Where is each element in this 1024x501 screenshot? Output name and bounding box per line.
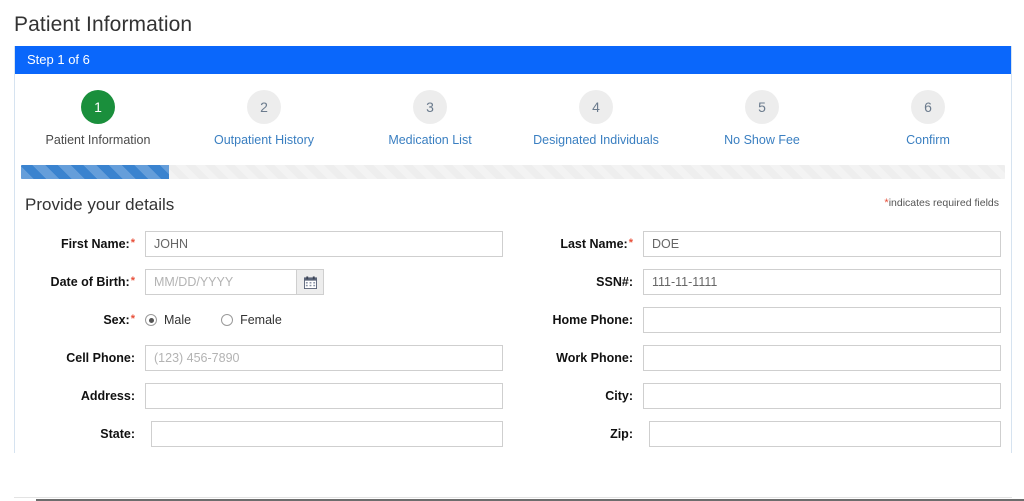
field-row-first-name: First Name:* — [25, 225, 503, 263]
step-label-1: Patient Information — [45, 133, 151, 147]
zip-input[interactable] — [649, 421, 1001, 447]
step-number-2: 2 — [247, 90, 281, 124]
field-row-address: Address: — [25, 377, 503, 415]
state-input[interactable] — [151, 421, 503, 447]
field-row-work-phone: Work Phone: — [523, 339, 1001, 377]
date-of-birth-label: Date of Birth:* — [25, 275, 145, 289]
date-of-birth-input[interactable] — [145, 269, 297, 295]
sex-label: Sex:* — [25, 313, 145, 327]
work-phone-label: Work Phone: — [556, 351, 633, 365]
ssn-label: SSN#: — [596, 275, 633, 289]
step-banner: Step 1 of 6 — [15, 46, 1011, 74]
last-name-input[interactable] — [643, 231, 1001, 257]
wizard-step-designated-individuals[interactable]: 4 Designated Individuals — [513, 90, 679, 147]
step-label-3: Medication List — [388, 133, 472, 147]
cell-phone-label: Cell Phone: — [66, 351, 135, 365]
step-label-2: Outpatient History — [213, 133, 315, 147]
step-number-6: 6 — [911, 90, 945, 124]
wizard-progress-fill — [21, 165, 169, 179]
wizard-progress-bar — [21, 165, 1005, 179]
work-phone-input[interactable] — [643, 345, 1001, 371]
field-row-city: City: — [523, 377, 1001, 415]
sex-radio-female[interactable]: Female — [221, 313, 282, 327]
wizard-panel: Step 1 of 6 1 Patient Information 2 Outp… — [14, 46, 1012, 453]
field-row-home-phone: Home Phone: — [523, 301, 1001, 339]
wizard-steps: 1 Patient Information 2 Outpatient Histo… — [15, 74, 1011, 151]
city-label: City: — [605, 389, 633, 403]
home-phone-label: Home Phone: — [552, 313, 633, 327]
calendar-icon[interactable] — [297, 269, 324, 295]
sex-radio-male[interactable]: Male — [145, 313, 191, 327]
sex-radio-female-label: Female — [240, 313, 282, 327]
field-row-ssn: SSN#: — [523, 263, 1001, 301]
step-label-4: Designated Individuals — [533, 133, 659, 147]
form-column-right: Last Name:* SSN#: Home Phone: — [513, 225, 1001, 453]
first-name-input[interactable] — [145, 231, 503, 257]
first-name-label-text: First Name: — [60, 237, 130, 251]
address-label: Address: — [80, 389, 135, 403]
wizard-step-patient-information[interactable]: 1 Patient Information — [15, 90, 181, 147]
date-of-birth-required-icon: * — [130, 275, 135, 287]
field-row-cell-phone: Cell Phone: — [25, 339, 503, 377]
field-row-date-of-birth: Date of Birth:* — [25, 263, 503, 301]
last-name-required-icon: * — [628, 237, 633, 249]
step-number-4: 4 — [579, 90, 613, 124]
wizard-step-confirm[interactable]: 6 Confirm — [845, 90, 1011, 147]
radio-selected-icon — [145, 314, 157, 326]
first-name-required-icon: * — [130, 237, 135, 249]
sex-required-icon: * — [130, 313, 135, 325]
last-name-label-text: Last Name: — [560, 237, 628, 251]
cell-phone-input[interactable] — [145, 345, 503, 371]
wizard-step-outpatient-history[interactable]: 2 Outpatient History — [181, 90, 347, 147]
field-row-zip: Zip: — [523, 415, 1001, 453]
field-row-state: State: — [25, 415, 503, 453]
zip-label: Zip: — [610, 427, 633, 441]
ssn-input[interactable] — [643, 269, 1001, 295]
radio-unselected-icon — [221, 314, 234, 326]
required-fields-note: *indicates required fields — [884, 197, 999, 209]
city-input[interactable] — [643, 383, 1001, 409]
required-note-text: indicates required fields — [888, 197, 999, 209]
step-number-3: 3 — [413, 90, 447, 124]
form-heading: Provide your details — [25, 195, 175, 214]
home-phone-input[interactable] — [643, 307, 1001, 333]
date-of-birth-label-text: Date of Birth: — [50, 275, 130, 289]
sex-radio-male-label: Male — [164, 313, 192, 327]
sex-radio-group: Male Female — [145, 313, 312, 327]
last-name-label: Last Name:* — [523, 237, 643, 251]
wizard-step-no-show-fee[interactable]: 5 No Show Fee — [679, 90, 845, 147]
first-name-label: First Name:* — [25, 237, 145, 251]
form-column-left: First Name:* Date of Birth:* — [25, 225, 513, 453]
state-label: State: — [100, 427, 135, 441]
step-number-5: 5 — [745, 90, 779, 124]
field-row-sex: Sex:* Male Female — [25, 301, 503, 339]
step-number-1: 1 — [81, 90, 115, 124]
address-input[interactable] — [145, 383, 503, 409]
field-row-last-name: Last Name:* — [523, 225, 1001, 263]
wizard-step-medication-list[interactable]: 3 Medication List — [347, 90, 513, 147]
sex-label-text: Sex: — [103, 313, 130, 327]
patient-details-form: Provide your details *indicates required… — [15, 179, 1011, 453]
step-label-6: Confirm — [906, 133, 950, 147]
step-label-5: No Show Fee — [724, 133, 800, 147]
page-title: Patient Information — [14, 13, 193, 36]
